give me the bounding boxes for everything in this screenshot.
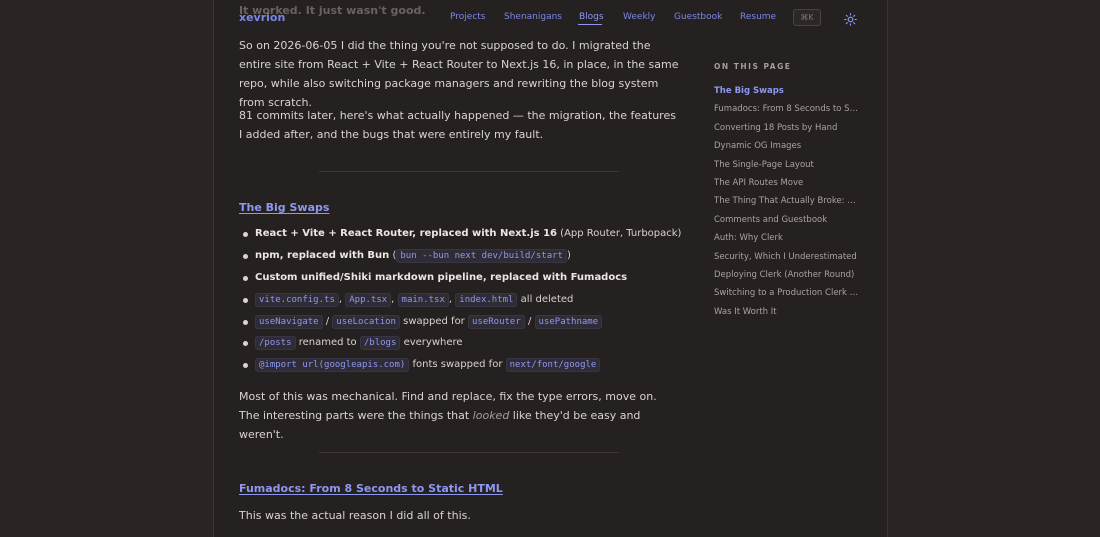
toc-item[interactable]: Deploying Clerk (Another Round) [714,266,860,284]
inline-code: index.html [455,292,518,307]
list-item: /posts renamed to /blogs everywhere [239,334,679,356]
table-of-contents: ON THIS PAGE The Big Swaps Fumadocs: Fro… [714,62,864,321]
list-item: vite.config.ts, App.tsx, main.tsx, index… [239,291,679,313]
intro-paragraph-1: So on 2026-06-05 I did the thing you're … [239,39,679,109]
section-divider [319,452,619,453]
inline-code: useNavigate [255,314,323,329]
inline-code: @import url(googleapis.com) [255,358,410,373]
inline-code: vite.config.ts [255,292,339,307]
search-shortcut-button[interactable]: ⌘K [793,9,821,26]
inline-code: usePathname [534,314,603,329]
list-item: npm, replaced with Bun (bun --bun next d… [239,247,679,269]
toc-item[interactable]: The Big Swaps [714,82,860,100]
list-item: React + Vite + React Router, replaced wi… [239,225,681,247]
toc-item[interactable]: The Single-Page Layout [714,156,860,174]
inline-code: useRouter [467,314,525,329]
toc-item[interactable]: Converting 18 Posts by Hand [714,119,860,137]
nav-weekly[interactable]: Weekly [623,12,655,22]
toc-item[interactable]: Security, Which I Underestimated [714,248,860,266]
inline-code: /blogs [359,336,401,351]
section-heading-big-swaps[interactable]: The Big Swaps [239,201,329,214]
toc-item[interactable]: Was It Worth It [714,303,860,321]
inline-code: main.tsx [397,292,449,307]
site-logo[interactable]: xevrion [239,11,285,24]
toc-item[interactable]: Fumadocs: From 8 Seconds to Static HTML [714,100,860,118]
inline-code: App.tsx [345,292,392,307]
nav-blogs[interactable]: Blogs [579,12,604,22]
nav-resume[interactable]: Resume [740,12,776,22]
nav-projects[interactable]: Projects [450,12,485,22]
swaps-list: React + Vite + React Router, replaced wi… [239,225,681,378]
list-item: useNavigate / useLocation swapped for us… [239,313,679,335]
section-divider [319,171,619,172]
toc-item[interactable]: Auth: Why Clerk [714,229,860,247]
nav-guestbook[interactable]: Guestbook [674,12,722,22]
inline-code: useLocation [332,314,400,329]
section-heading-fumadocs[interactable]: Fumadocs: From 8 Seconds to Static HTML [239,482,503,495]
toc-item[interactable]: The Thing That Actually Broke: Middlewar… [714,192,860,210]
intro-paragraph-2: 81 commits later, here's what actually h… [239,109,676,141]
inline-code: /posts [255,336,296,351]
toc-item[interactable]: Dynamic OG Images [714,137,860,155]
nav-shenanigans[interactable]: Shenanigans [504,12,562,22]
list-item: Custom unified/Shiki markdown pipeline, … [239,269,679,291]
toc-title: ON THIS PAGE [714,62,792,71]
toc-item[interactable]: Switching to a Production Clerk Instance [714,284,860,302]
fumadocs-paragraph: This was the actual reason I did all of … [239,509,471,522]
inline-code: bun --bun next dev/build/start [396,248,567,263]
active-nav-indicator [578,24,602,25]
sun-icon[interactable] [844,11,857,26]
list-item: @import url(googleapis.com) fonts swappe… [239,356,679,378]
summary-paragraph: Most of this was mechanical. Find and re… [239,390,657,441]
toc-item[interactable]: Comments and Guestbook [714,211,860,229]
inline-code: next/font/google [505,358,601,373]
toc-item[interactable]: The API Routes Move [714,174,860,192]
